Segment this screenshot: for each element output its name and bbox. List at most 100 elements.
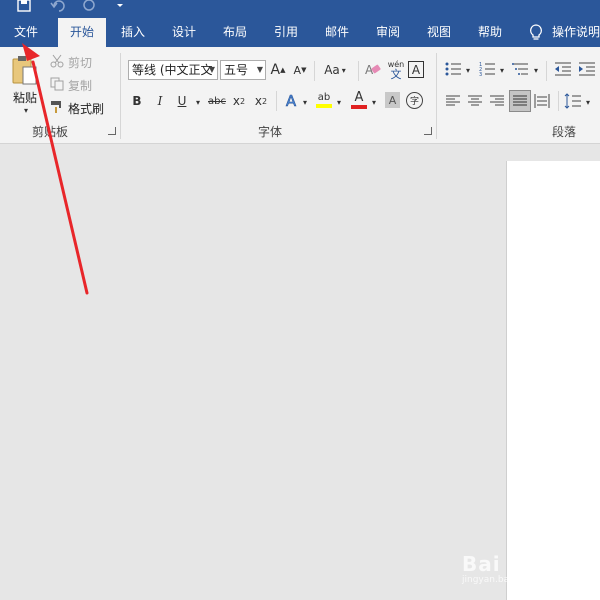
line-spacing-dropdown-icon[interactable]: ▾ — [584, 95, 592, 109]
phonetic-guide-icon[interactable]: wén 文 — [386, 59, 406, 81]
subscript-button[interactable]: x2 — [231, 92, 247, 110]
align-center-icon[interactable] — [467, 93, 483, 109]
shrink-font-icon[interactable]: A ▼ — [292, 61, 308, 79]
grow-font-letter: A — [270, 62, 281, 78]
change-case-icon[interactable]: Aa ▾ — [320, 61, 350, 79]
separator — [436, 53, 437, 139]
font-launcher-icon[interactable] — [424, 127, 432, 135]
format-painter-icon[interactable] — [50, 100, 64, 114]
separator — [276, 91, 277, 111]
underline-dropdown-icon[interactable]: ▾ — [194, 93, 202, 111]
font-group-label: 字体 — [258, 125, 283, 139]
paragraph-group-label: 段落 — [552, 125, 577, 139]
save-icon[interactable] — [17, 0, 31, 12]
ribbon-tabs: 文件 开始 插入 设计 布局 引用 邮件 审阅 视图 帮助 操作说明 — [0, 18, 600, 47]
format-painter-button[interactable]: 格式刷 — [68, 100, 104, 117]
subscript-index: 2 — [240, 96, 246, 106]
align-left-icon[interactable] — [445, 93, 461, 109]
decrease-indent-icon[interactable] — [554, 61, 572, 77]
font-name-value: 等线 (中文正文 — [132, 63, 213, 77]
character-border-letter: A — [411, 62, 421, 77]
tab-home[interactable]: 开始 — [58, 18, 106, 47]
highlight-color-bar — [316, 104, 332, 108]
highlight-label: ab — [317, 92, 331, 103]
grow-font-icon[interactable]: A ▲ — [270, 61, 286, 79]
multilevel-list-dropdown-icon[interactable]: ▾ — [532, 63, 540, 77]
numbering-icon[interactable]: 123 — [479, 61, 497, 77]
separator — [558, 91, 559, 111]
customize-icon[interactable] — [116, 0, 124, 12]
numbering-dropdown-icon[interactable]: ▾ — [498, 63, 506, 77]
title-bar — [0, 0, 600, 18]
multilevel-list-icon[interactable] — [512, 61, 530, 77]
paste-icon[interactable] — [12, 55, 38, 87]
superscript-button[interactable]: x2 — [253, 92, 269, 110]
clear-formatting-icon[interactable]: A — [364, 61, 382, 79]
align-right-icon[interactable] — [489, 93, 505, 109]
svg-text:3: 3 — [479, 72, 482, 77]
tab-insert[interactable]: 插入 — [114, 18, 152, 47]
superscript-letter: x — [254, 94, 262, 108]
font-size-combo[interactable]: 五号 ▼ — [220, 60, 266, 80]
copy-icon[interactable] — [50, 77, 64, 91]
superscript-index: 2 — [262, 96, 268, 106]
text-effects-icon[interactable]: A — [283, 91, 299, 111]
font-color-letter: A — [354, 90, 364, 105]
distributed-icon[interactable] — [534, 93, 550, 109]
character-border-icon[interactable]: A — [408, 61, 424, 78]
cut-button[interactable]: 剪切 — [68, 54, 92, 71]
bullets-icon[interactable] — [445, 61, 463, 77]
ribbon-home: 粘贴 ▾ 剪切 复制 格式刷 剪贴板 等线 (中文正文 ▼ 五号 ▼ A ▲ A ▼… — [0, 47, 600, 144]
cut-icon[interactable] — [50, 54, 64, 68]
font-color-dropdown-icon[interactable]: ▾ — [370, 93, 378, 111]
separator — [314, 61, 315, 81]
font-color-icon[interactable]: A — [350, 90, 368, 110]
separator — [358, 61, 359, 81]
clipboard-launcher-icon[interactable] — [108, 127, 116, 135]
copy-button[interactable]: 复制 — [68, 77, 92, 94]
font-size-value: 五号 — [224, 63, 249, 77]
watermark-logo: Bai du 经验 — [462, 548, 589, 577]
justify-icon[interactable] — [509, 90, 531, 112]
character-shading-icon[interactable]: A — [385, 92, 400, 108]
paste-button[interactable]: 粘贴 — [13, 89, 37, 106]
document-page[interactable] — [506, 161, 600, 600]
tab-design[interactable]: 设计 — [165, 18, 203, 47]
tab-view[interactable]: 视图 — [420, 18, 458, 47]
highlight-dropdown-icon[interactable]: ▾ — [335, 93, 343, 111]
shrink-font-letter: A — [293, 63, 302, 77]
chevron-down-icon: ▼ — [256, 65, 263, 74]
watermark-url: jingyan.baidu.com — [462, 575, 546, 585]
tab-mailings[interactable]: 邮件 — [318, 18, 356, 47]
paste-dropdown-icon[interactable]: ▾ — [21, 106, 31, 115]
undo-icon[interactable] — [50, 0, 66, 12]
bullets-dropdown-icon[interactable]: ▾ — [464, 63, 472, 77]
redo-icon[interactable] — [82, 0, 96, 12]
lightbulb-icon[interactable] — [528, 24, 544, 41]
bold-button[interactable]: B — [130, 92, 144, 110]
text-effects-dropdown-icon[interactable]: ▾ — [301, 93, 309, 111]
tab-references[interactable]: 引用 — [267, 18, 305, 47]
tab-file[interactable]: 文件 — [6, 18, 46, 47]
line-spacing-icon[interactable] — [564, 93, 582, 109]
font-name-combo[interactable]: 等线 (中文正文 ▼ — [128, 60, 218, 80]
tab-layout[interactable]: 布局 — [216, 18, 254, 47]
tab-review[interactable]: 审阅 — [369, 18, 407, 47]
tell-me-search[interactable]: 操作说明 — [552, 18, 600, 47]
enclose-characters-icon[interactable]: 字 — [406, 92, 423, 109]
highlight-icon[interactable]: ab — [315, 90, 333, 110]
increase-indent-icon[interactable] — [578, 61, 596, 77]
strikethrough-button[interactable]: abc — [207, 92, 227, 110]
underline-button[interactable]: U — [175, 92, 189, 110]
change-case-label: Aa — [324, 63, 340, 77]
tab-help[interactable]: 帮助 — [471, 18, 509, 47]
font-color-bar — [351, 105, 367, 109]
clipboard-group-label: 剪贴板 — [32, 125, 69, 139]
chevron-down-icon: ▼ — [208, 65, 215, 74]
phonetic-guide-bottom: 文 — [390, 67, 402, 81]
separator — [120, 53, 121, 139]
separator — [546, 61, 547, 81]
subscript-letter: x — [232, 94, 240, 108]
watermark-brand: Bai du — [462, 552, 540, 576]
italic-button[interactable]: I — [153, 92, 167, 110]
